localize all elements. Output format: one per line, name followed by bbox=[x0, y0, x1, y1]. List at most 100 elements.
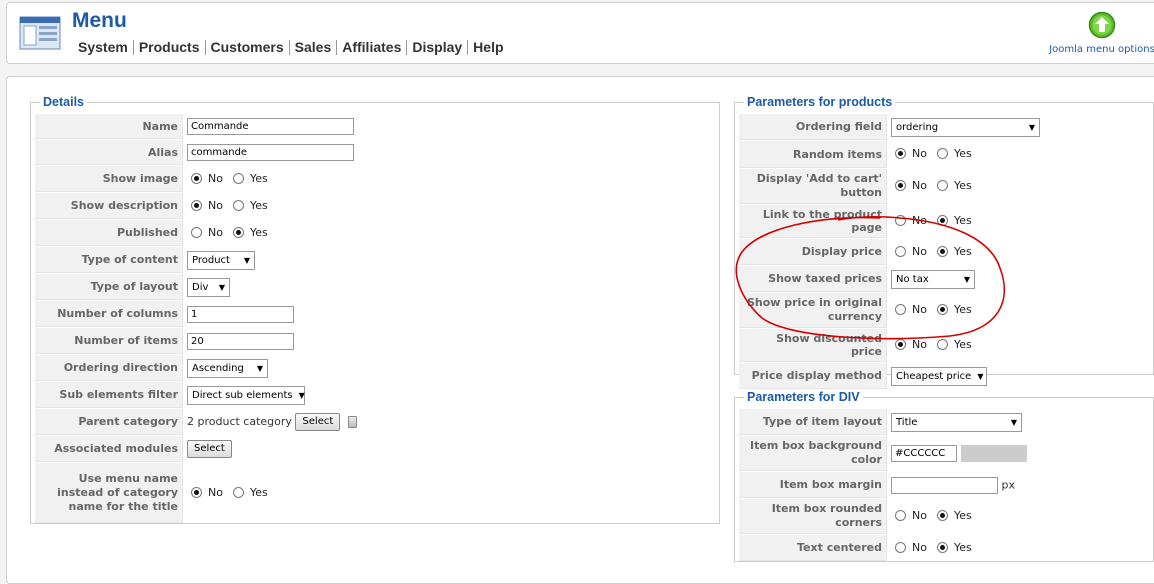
published-radios: No Yes bbox=[187, 226, 274, 239]
num-items-input[interactable]: 20 bbox=[187, 332, 294, 350]
bg-color-input[interactable]: #CCCCCC bbox=[891, 445, 957, 462]
trash-icon[interactable] bbox=[347, 416, 357, 428]
orig-currency-no-label: No bbox=[912, 303, 927, 316]
show-description-radios: No Yes bbox=[187, 199, 274, 212]
row-type-content: Type of content Product ▼ bbox=[35, 247, 715, 273]
sub-filter-select[interactable]: Direct sub elements ▼ bbox=[187, 385, 305, 405]
price-method-label: Price display method bbox=[739, 363, 887, 389]
centered-label: Text centered bbox=[739, 535, 887, 561]
toolbar: Menu System Products Customers Sales Aff… bbox=[6, 2, 1154, 64]
row-bg-color: Item box background color #CCCCCC bbox=[739, 436, 1149, 471]
menu-manager-icon bbox=[19, 16, 61, 50]
show-image-no-label: No bbox=[208, 171, 223, 185]
ordering-direction-label: Ordering direction bbox=[35, 355, 183, 381]
products-fieldset: Parameters for products Ordering field o… bbox=[734, 95, 1154, 389]
price-method-select[interactable]: Cheapest price ▼ bbox=[891, 366, 987, 386]
use-menu-name-no-radio[interactable] bbox=[191, 486, 202, 498]
ordering-field-label: Ordering field bbox=[739, 114, 887, 140]
orig-currency-yes-radio[interactable] bbox=[936, 304, 948, 315]
centered-yes-radio[interactable] bbox=[936, 541, 948, 553]
num-columns-label: Number of columns bbox=[35, 301, 183, 327]
bg-color-label: Item box background color bbox=[739, 436, 887, 471]
display-price-label: Display price bbox=[739, 239, 887, 265]
use-menu-name-label: Use menu name instead of category name f… bbox=[35, 463, 183, 523]
item-layout-value: Title bbox=[896, 416, 918, 428]
type-content-select[interactable]: Product ▼ bbox=[187, 250, 255, 270]
type-content-value: Product bbox=[192, 254, 230, 266]
joomla-menu-options-button[interactable]: Joomla menu options bbox=[1047, 11, 1154, 55]
published-no-radio[interactable] bbox=[191, 226, 202, 238]
show-taxed-value: No tax bbox=[896, 273, 929, 285]
menu-affiliates[interactable]: Affiliates bbox=[337, 40, 408, 55]
row-num-columns: Number of columns 1 bbox=[35, 301, 715, 327]
products-table: Ordering field ordering ▼ Random items No… bbox=[738, 113, 1150, 390]
add-to-cart-yes-label: Yes bbox=[953, 179, 972, 192]
color-swatch[interactable] bbox=[961, 445, 1027, 462]
orig-currency-no-radio[interactable] bbox=[895, 304, 906, 315]
parent-category-label: Parent category bbox=[35, 409, 183, 435]
show-image-yes-radio[interactable] bbox=[232, 172, 244, 184]
display-price-yes-radio[interactable] bbox=[936, 245, 948, 257]
orig-currency-yes-label: Yes bbox=[953, 303, 972, 316]
type-layout-select[interactable]: Div ▼ bbox=[187, 277, 230, 297]
published-yes-radio[interactable] bbox=[232, 226, 244, 238]
row-random-items: Random items No Yes bbox=[739, 141, 1149, 168]
show-description-yes-label: Yes bbox=[249, 198, 268, 212]
menu-system[interactable]: System bbox=[78, 40, 134, 55]
use-menu-name-radios: No Yes bbox=[187, 486, 274, 499]
discounted-no-radio[interactable] bbox=[895, 339, 906, 350]
row-price-method: Price display method Cheapest price ▼ bbox=[739, 363, 1149, 389]
discounted-yes-radio[interactable] bbox=[936, 339, 948, 350]
ordering-field-select[interactable]: ordering ▼ bbox=[891, 117, 1040, 137]
name-input[interactable]: Commande bbox=[187, 118, 354, 135]
add-to-cart-no-label: No bbox=[912, 179, 927, 192]
rounded-no-radio[interactable] bbox=[895, 510, 906, 521]
menu-products[interactable]: Products bbox=[134, 40, 206, 55]
num-columns-input[interactable]: 1 bbox=[187, 305, 294, 323]
margin-input[interactable] bbox=[891, 476, 998, 494]
row-published: Published No Yes bbox=[35, 220, 715, 246]
menu-sales[interactable]: Sales bbox=[290, 40, 338, 55]
show-description-yes-radio[interactable] bbox=[232, 199, 244, 211]
row-margin: Item box margin px bbox=[739, 472, 1149, 498]
centered-no-radio[interactable] bbox=[895, 541, 906, 553]
link-product-yes-radio[interactable] bbox=[936, 215, 948, 226]
details-fieldset: Details Name Commande Alias commande Sho… bbox=[30, 95, 720, 524]
display-price-no-radio[interactable] bbox=[895, 245, 906, 257]
green-up-arrow-icon bbox=[1088, 11, 1116, 39]
parent-category-select-button[interactable]: Select bbox=[295, 413, 341, 431]
margin-label: Item box margin bbox=[739, 472, 887, 498]
row-use-menu-name: Use menu name instead of category name f… bbox=[35, 463, 715, 523]
orig-currency-radios: No Yes bbox=[891, 303, 978, 316]
rounded-label: Item box rounded corners bbox=[739, 499, 887, 534]
link-product-no-radio[interactable] bbox=[895, 215, 906, 226]
menu-customers[interactable]: Customers bbox=[206, 40, 290, 55]
use-menu-name-yes-radio[interactable] bbox=[232, 486, 244, 498]
row-centered: Text centered No Yes bbox=[739, 535, 1149, 561]
chevron-down-icon: ▼ bbox=[1028, 122, 1035, 132]
show-description-no-radio[interactable] bbox=[191, 199, 202, 211]
sub-filter-value: Direct sub elements bbox=[192, 389, 293, 401]
row-link-product: Link to the product page No Yes bbox=[739, 205, 1149, 238]
add-to-cart-no-radio[interactable] bbox=[895, 180, 906, 191]
menu-display[interactable]: Display bbox=[407, 40, 469, 55]
show-image-no-radio[interactable] bbox=[191, 172, 202, 184]
published-label: Published bbox=[35, 220, 183, 246]
chevron-down-icon: ▼ bbox=[977, 371, 984, 381]
type-content-label: Type of content bbox=[35, 247, 183, 273]
random-items-no-label: No bbox=[912, 147, 927, 160]
item-layout-select[interactable]: Title ▼ bbox=[891, 412, 1022, 432]
random-items-yes-radio[interactable] bbox=[936, 148, 948, 159]
products-legend: Parameters for products bbox=[747, 95, 893, 109]
display-price-yes-label: Yes bbox=[953, 244, 972, 258]
add-to-cart-yes-radio[interactable] bbox=[936, 180, 948, 191]
menu-help[interactable]: Help bbox=[468, 40, 508, 55]
associated-modules-select-button[interactable]: Select bbox=[187, 440, 232, 458]
row-sub-filter: Sub elements filter Direct sub elements ▼ bbox=[35, 382, 715, 408]
rounded-yes-radio[interactable] bbox=[936, 510, 948, 521]
ordering-direction-select[interactable]: Ascending ▼ bbox=[187, 358, 268, 378]
random-items-no-radio[interactable] bbox=[895, 148, 906, 159]
alias-input[interactable]: commande bbox=[187, 144, 354, 161]
div-table: Type of item layout Title ▼ Item box back… bbox=[738, 408, 1150, 562]
show-taxed-select[interactable]: No tax ▼ bbox=[891, 269, 975, 289]
